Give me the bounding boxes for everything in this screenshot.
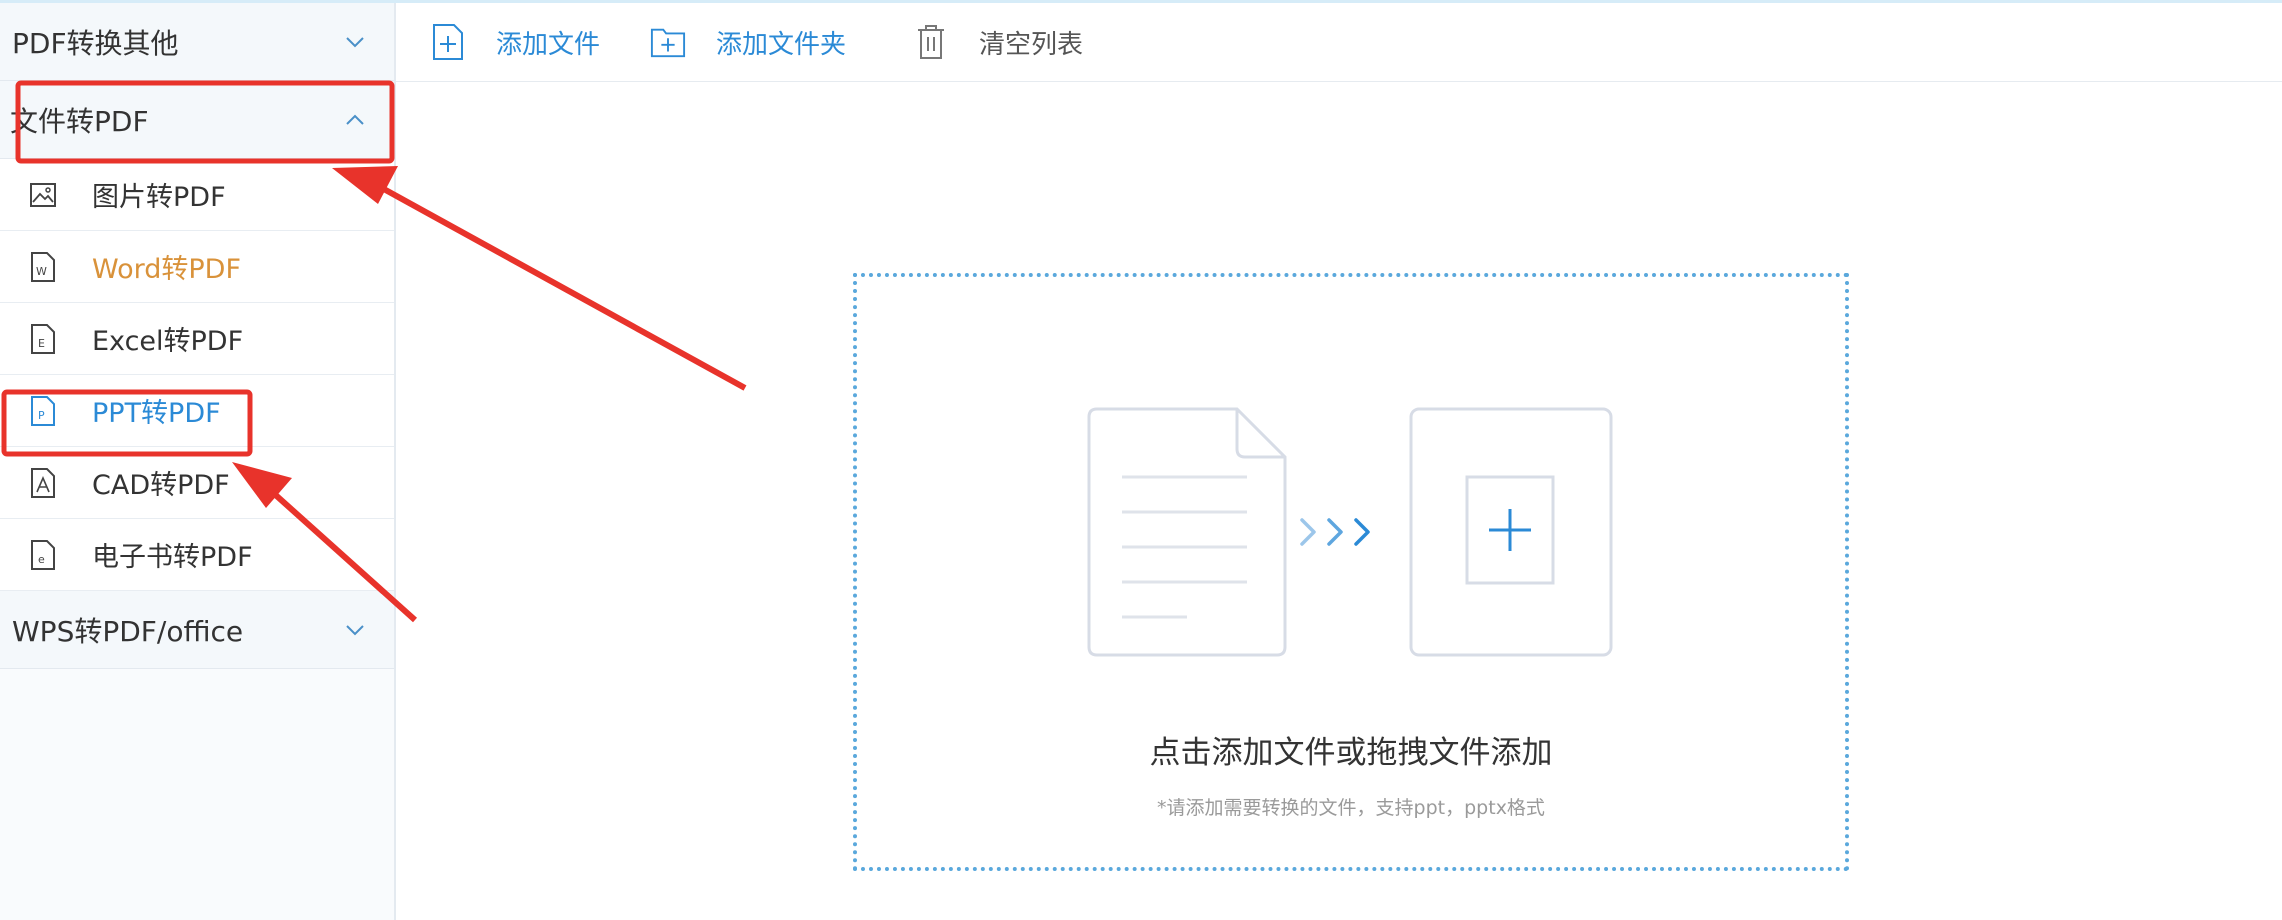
sidebar-group-pdf-to-other[interactable]: PDF转换其他 xyxy=(0,3,394,81)
file-drop-zone[interactable]: 点击添加文件或拖拽文件添加 *请添加需要转换的文件，支持ppt，pptx格式 xyxy=(853,273,1849,871)
sidebar-item-cad-to-pdf[interactable]: CAD转PDF xyxy=(0,447,394,519)
add-file-label: 添加文件 xyxy=(496,29,601,60)
sidebar-item-ebook-to-pdf[interactable]: e 电子书转PDF xyxy=(0,519,394,591)
excel-file-icon: E xyxy=(28,322,58,356)
sidebar-group-wps-to-pdf[interactable]: WPS转PDF/office xyxy=(0,591,394,669)
cad-file-icon xyxy=(28,466,58,500)
image-file-icon xyxy=(28,178,58,212)
convert-illustration xyxy=(1087,407,1613,657)
add-file-icon xyxy=(430,22,466,62)
chevrons-right-icon xyxy=(1300,518,1370,546)
word-file-icon: W xyxy=(28,250,58,284)
chevron-up-icon xyxy=(340,105,370,135)
svg-text:P: P xyxy=(38,409,45,422)
svg-text:E: E xyxy=(38,337,45,350)
sidebar-item-label: 图片转PDF xyxy=(92,182,226,213)
add-file-button[interactable]: 添加文件 xyxy=(430,3,600,81)
drop-zone-hint: *请添加需要转换的文件，支持ppt，pptx格式 xyxy=(1157,797,1545,819)
sidebar-item-image-to-pdf[interactable]: 图片转PDF xyxy=(0,159,394,231)
sidebar-group-label: PDF转换其他 xyxy=(12,26,179,60)
sidebar: PDF转换其他 文件转PDF 图片转PDF W Word转PDF E Excel… xyxy=(0,3,396,920)
sidebar-item-label: Excel转PDF xyxy=(92,326,244,357)
sidebar-item-ppt-to-pdf[interactable]: P PPT转PDF xyxy=(0,375,394,447)
svg-text:W: W xyxy=(36,265,47,278)
add-folder-label: 添加文件夹 xyxy=(716,29,847,60)
sidebar-item-excel-to-pdf[interactable]: E Excel转PDF xyxy=(0,303,394,375)
add-folder-button[interactable]: 添加文件夹 xyxy=(650,3,846,81)
ppt-file-icon: P xyxy=(28,394,58,428)
chevron-down-icon xyxy=(340,27,370,57)
add-folder-icon xyxy=(650,22,686,62)
clear-list-button[interactable]: 清空列表 xyxy=(913,3,1083,81)
drop-zone-title: 点击添加文件或拖拽文件添加 xyxy=(1149,735,1553,771)
document-icon xyxy=(1087,407,1287,657)
sidebar-group-label: WPS转PDF/office xyxy=(12,614,244,648)
sidebar-item-label: 电子书转PDF xyxy=(92,542,253,573)
sidebar-item-label: PPT转PDF xyxy=(92,398,221,429)
sidebar-item-label: Word转PDF xyxy=(92,254,242,285)
chevron-down-icon xyxy=(340,615,370,645)
sidebar-group-file-to-pdf[interactable]: 文件转PDF xyxy=(0,81,394,159)
clear-list-label: 清空列表 xyxy=(979,29,1084,60)
sidebar-item-word-to-pdf[interactable]: W Word转PDF xyxy=(0,231,394,303)
svg-text:e: e xyxy=(38,553,45,566)
add-target-icon xyxy=(1409,407,1613,657)
sidebar-group-label: 文件转PDF xyxy=(10,104,149,138)
toolbar: 添加文件 添加文件夹 清空列表 xyxy=(396,3,2282,82)
ebook-file-icon: e xyxy=(28,538,58,572)
trash-icon xyxy=(913,22,949,62)
sidebar-item-label: CAD转PDF xyxy=(92,470,230,501)
